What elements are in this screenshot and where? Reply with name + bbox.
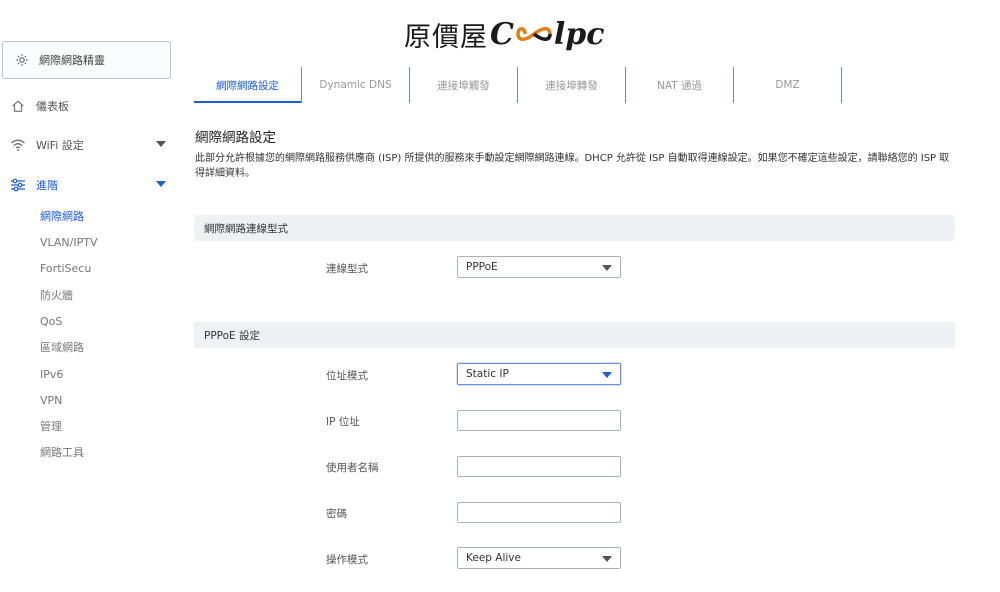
connection-type-label: 連線型式: [326, 263, 368, 275]
gear-icon: [16, 54, 28, 66]
internet-wizard-label: 網際網路精靈: [39, 54, 105, 67]
chevron-down-icon: [156, 181, 166, 187]
tab-dynamic-dns[interactable]: Dynamic DNS: [302, 67, 410, 103]
internet-wizard-button[interactable]: 網際網路精靈: [2, 41, 171, 79]
sliders-icon: [10, 177, 26, 193]
tab-port-forwarding[interactable]: 連接埠轉發: [518, 67, 626, 103]
select-value: PPPoE: [466, 261, 498, 273]
coolpc-logo: 原價屋 C lpc: [404, 14, 605, 54]
username-label: 使用者名稱: [326, 462, 379, 474]
section-title: 網際網路連線型式: [204, 222, 288, 235]
sidebar-item-advanced[interactable]: 進階: [10, 173, 170, 197]
username-input[interactable]: [457, 456, 621, 477]
sidebar-item-label: 儀表板: [36, 100, 69, 113]
section-title: PPPoE 設定: [204, 329, 261, 342]
select-value: Static IP: [466, 368, 509, 380]
sidebar-item-dashboard[interactable]: 儀表板: [10, 94, 170, 118]
select-value: Keep Alive: [466, 552, 521, 564]
operation-mode-select[interactable]: Keep Alive: [457, 547, 621, 569]
sidebar-subitem-lan[interactable]: 區域網路: [40, 337, 84, 357]
router-admin-page: 原價屋 C lpc 網際網路精靈 儀表板 WiFi 設定 進階 網際網路 VLA…: [0, 0, 1000, 592]
logo-letters-lpc: lpc: [553, 16, 605, 52]
password-input[interactable]: [457, 502, 621, 523]
section-pppoe-settings: PPPoE 設定: [194, 322, 955, 348]
tab-dmz[interactable]: DMZ: [734, 67, 842, 103]
page-title: 網際網路設定: [195, 130, 276, 146]
sidebar-item-label: 進階: [36, 179, 58, 192]
chevron-down-icon: [602, 372, 612, 378]
ip-address-input[interactable]: [457, 410, 621, 431]
address-mode-label: 位址模式: [326, 370, 368, 382]
sidebar-subitem-network-tools[interactable]: 網路工具: [40, 442, 84, 462]
operation-mode-label: 操作模式: [326, 554, 368, 566]
sidebar-subitem-vlan-iptv[interactable]: VLAN/IPTV: [40, 232, 98, 252]
logo-chinese-text: 原價屋: [404, 21, 488, 53]
tab-nat-passthrough[interactable]: NAT 通過: [626, 67, 734, 103]
password-label: 密碼: [326, 508, 347, 520]
wifi-icon: [10, 137, 26, 153]
logo-english-text: C lpc: [490, 17, 605, 52]
connection-type-select[interactable]: PPPoE: [457, 256, 621, 278]
sidebar-subitem-firewall[interactable]: 防火牆: [40, 285, 73, 305]
sidebar-subitem-management[interactable]: 管理: [40, 416, 62, 436]
tab-port-triggering[interactable]: 連接埠觸發: [410, 67, 518, 103]
sidebar: 網際網路精靈 儀表板 WiFi 設定 進階 網際網路 VLAN/IPTV For…: [0, 0, 180, 592]
sidebar-item-wifi[interactable]: WiFi 設定: [10, 133, 170, 157]
sidebar-item-label: WiFi 設定: [36, 139, 84, 152]
section-connection-type: 網際網路連線型式: [194, 215, 955, 241]
logo-letter-c: C: [490, 16, 514, 52]
infinity-logo-icon: [516, 27, 552, 41]
address-mode-select[interactable]: Static IP: [457, 363, 621, 385]
tab-bar: 網際網路設定 Dynamic DNS 連接埠觸發 連接埠轉發 NAT 通過 DM…: [194, 67, 842, 103]
sidebar-subitem-fortisecu[interactable]: FortiSecu: [40, 258, 91, 278]
chevron-down-icon: [602, 265, 612, 271]
tab-internet-settings[interactable]: 網際網路設定: [194, 67, 302, 103]
sidebar-subitem-ipv6[interactable]: IPv6: [40, 364, 63, 384]
chevron-down-icon: [156, 141, 166, 147]
page-description: 此部分允許根據您的網際網路服務供應商 (ISP) 所提供的服務來手動設定網際網路…: [195, 153, 950, 179]
sidebar-subitem-internet[interactable]: 網際網路: [40, 206, 84, 226]
chevron-down-icon: [602, 556, 612, 562]
sidebar-subitem-vpn[interactable]: VPN: [40, 390, 62, 410]
ip-address-label: IP 位址: [326, 416, 360, 428]
home-icon: [10, 98, 26, 114]
sidebar-subitem-qos[interactable]: QoS: [40, 311, 62, 331]
